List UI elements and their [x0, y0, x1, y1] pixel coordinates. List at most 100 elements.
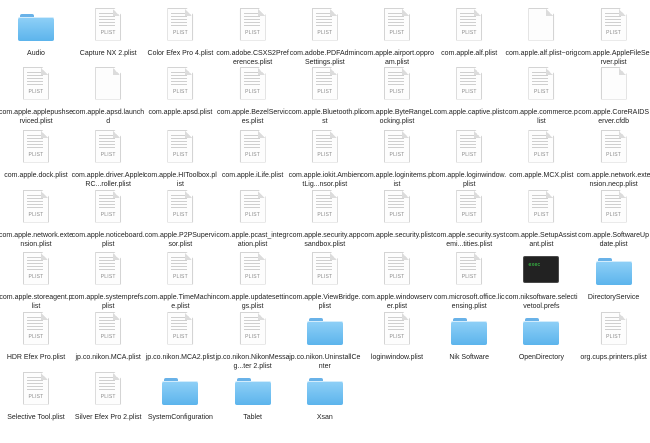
file-item[interactable]: Audio: [0, 4, 72, 58]
file-item[interactable]: PLIST com.apple.dock.plist: [0, 126, 72, 180]
plist-icon: PLIST: [72, 308, 144, 348]
file-item[interactable]: PLIST com.apple.captive.plist: [433, 63, 505, 117]
file-type-tag: PLIST: [100, 333, 116, 340]
file-type-tag: PLIST: [28, 211, 44, 218]
file-item[interactable]: exec com.niksoftware.selectivetool.prefs: [505, 248, 578, 311]
file-type-tag: PLIST: [28, 151, 44, 158]
plist-icon: PLIST: [289, 63, 361, 103]
file-item[interactable]: PLIST com.apple.windowserver.plist: [361, 248, 433, 311]
file-type-tag: PLIST: [100, 211, 116, 218]
file-item[interactable]: PLIST com.apple.iokit.AmbientLig...nsor.p…: [289, 126, 361, 189]
file-item[interactable]: PLIST com.apple.loginitems.plist: [360, 126, 434, 189]
plist-icon: PLIST: [72, 248, 144, 288]
file-name-label: HDR Efex Pro.plist: [6, 354, 66, 361]
file-type-tag: PLIST: [533, 151, 549, 158]
file-item[interactable]: PLIST com.apple.noticeboard.plist: [72, 186, 145, 249]
file-item[interactable]: PLIST com.adobe.PDFAdminSettings.plist: [289, 4, 361, 67]
file-item[interactable]: PLIST com.apple.security.systemi...tities…: [433, 186, 505, 249]
file-item[interactable]: PLIST com.adobe.CSXS2Preferences.plist: [216, 4, 289, 67]
file-item[interactable]: PLIST com.apple.apsd.plist: [144, 63, 216, 117]
file-type-tag: PLIST: [461, 273, 477, 280]
file-item[interactable]: PLIST com.apple.network.extension.necp.pl…: [577, 126, 650, 189]
file-item[interactable]: jp.co.nikon.UninstallCenter: [289, 308, 361, 371]
file-item[interactable]: PLIST com.apple.security.appsandbox.plist: [289, 186, 361, 249]
plist-icon: PLIST: [361, 308, 433, 348]
file-item[interactable]: PLIST loginwindow.plist: [361, 308, 433, 362]
file-item[interactable]: PLIST Color Efex Pro 4.plist: [144, 4, 216, 58]
file-type-tag: PLIST: [245, 211, 261, 218]
folder-icon: [217, 368, 289, 408]
file-item[interactable]: PLIST com.apple.SoftwareUpdate.plist: [578, 186, 650, 249]
file-item[interactable]: PLIST com.apple.driver.AppleIRC...roller.…: [72, 126, 145, 189]
file-item[interactable]: com.apple.alf.plist~orig: [505, 4, 577, 58]
file-icon-grid: Audio PLIST Capture NX 2.plist PLIST Color E…: [0, 0, 650, 443]
folder-icon: [433, 308, 505, 348]
file-type-tag: PLIST: [245, 88, 261, 95]
file-item[interactable]: PLIST com.apple.security.plist: [361, 186, 433, 240]
file-type-tag: PLIST: [172, 29, 188, 36]
file-item[interactable]: Tablet: [217, 368, 289, 422]
document-icon: [505, 4, 577, 44]
file-type-tag: PLIST: [389, 29, 405, 36]
file-item[interactable]: Xsan: [289, 368, 361, 422]
file-item[interactable]: PLIST Capture NX 2.plist: [72, 4, 144, 58]
file-type-tag: PLIST: [317, 211, 333, 218]
file-name-label: Silver Efex Pro 2.plist: [74, 414, 142, 421]
file-item[interactable]: PLIST com.apple.HIToolbox.plist: [144, 126, 217, 189]
file-item[interactable]: PLIST com.microsoft.office.licensing.plis…: [433, 248, 505, 311]
file-item[interactable]: PLIST com.apple.AppleFileServer.plist: [578, 4, 650, 67]
file-item[interactable]: PLIST com.apple.iLife.plist: [217, 126, 289, 180]
document-icon: [578, 63, 650, 103]
file-item[interactable]: PLIST com.apple.applepushserviced.plist: [0, 63, 73, 126]
folder-icon: [0, 4, 72, 44]
file-name-label: com.apple.Bluetooth.plist: [288, 109, 362, 125]
file-item[interactable]: PLIST HDR Efex Pro.plist: [0, 308, 72, 362]
file-item[interactable]: Nik Software: [433, 308, 505, 362]
file-item[interactable]: PLIST com.apple.TimeMachine.plist: [144, 248, 216, 311]
file-item[interactable]: SystemConfiguration: [144, 368, 216, 422]
file-item[interactable]: PLIST com.apple.systemprefs.plist: [71, 248, 145, 311]
file-item[interactable]: PLIST jp.co.nikon.MCA2.plist: [144, 308, 216, 362]
plist-icon: PLIST: [0, 368, 72, 408]
file-item[interactable]: com.apple.apsd.launchd: [72, 63, 144, 126]
file-item[interactable]: PLIST jp.co.nikon.MCA.plist: [72, 308, 144, 362]
file-item[interactable]: PLIST com.apple.ByteRangeLocking.plist: [361, 63, 433, 126]
file-item[interactable]: PLIST com.apple.loginwindow.plist: [432, 126, 506, 189]
file-item[interactable]: PLIST com.apple.P2PSupervisor.plist: [144, 186, 216, 249]
file-type-tag: PLIST: [245, 151, 261, 158]
file-type-tag: PLIST: [461, 29, 477, 36]
file-item[interactable]: com.apple.CoreRAIDServer.cfdb: [578, 63, 650, 126]
file-name-label: com.apple.MCX.plist: [509, 172, 574, 179]
file-item[interactable]: OpenDirectory: [505, 308, 577, 362]
plist-icon: PLIST: [433, 248, 505, 288]
file-name-label: com.apple.applepushserviced.plist: [0, 109, 73, 125]
file-item[interactable]: PLIST Selective Tool.plist: [0, 368, 72, 422]
file-item[interactable]: PLIST com.apple.network.extension.plist: [0, 186, 73, 249]
file-item[interactable]: PLIST com.apple.updatesettings.plist: [216, 248, 289, 311]
plist-icon: PLIST: [578, 4, 650, 44]
file-item[interactable]: PLIST com.apple.commerce.plist: [505, 63, 578, 126]
file-item[interactable]: PLIST com.apple.Bluetooth.plist: [288, 63, 362, 126]
file-type-tag: PLIST: [461, 88, 477, 95]
file-type-tag: PLIST: [100, 29, 116, 36]
file-item[interactable]: PLIST jp.co.nikon.NikonMessag...ter 2.pli…: [216, 308, 290, 371]
file-item[interactable]: PLIST org.cups.printers.plist: [578, 308, 650, 362]
plist-icon: PLIST: [72, 368, 144, 408]
file-item[interactable]: DirectoryService: [578, 248, 650, 302]
file-item[interactable]: PLIST com.apple.pcast_integration.plist: [216, 186, 289, 249]
file-item[interactable]: PLIST com.apple.SetupAssistant.plist: [505, 186, 577, 249]
file-item[interactable]: PLIST com.apple.ViewBridge.plist: [289, 248, 361, 311]
file-type-tag: PLIST: [317, 273, 333, 280]
file-item[interactable]: PLIST com.apple.alf.plist: [433, 4, 505, 58]
file-item[interactable]: PLIST com.apple.airport.opproam.plist: [360, 4, 434, 67]
plist-icon: PLIST: [72, 126, 144, 166]
plist-icon: PLIST: [361, 63, 433, 103]
file-name-label: loginwindow.plist: [370, 354, 424, 361]
file-item[interactable]: PLIST com.apple.storeagent.plist: [0, 248, 73, 311]
file-item[interactable]: PLIST com.apple.MCX.plist: [505, 126, 577, 180]
plist-icon: PLIST: [433, 4, 505, 44]
file-item[interactable]: PLIST com.apple.BezelServices.plist: [217, 63, 289, 126]
plist-icon: PLIST: [72, 4, 144, 44]
plist-icon: PLIST: [578, 308, 650, 348]
file-item[interactable]: PLIST Silver Efex Pro 2.plist: [72, 368, 144, 422]
